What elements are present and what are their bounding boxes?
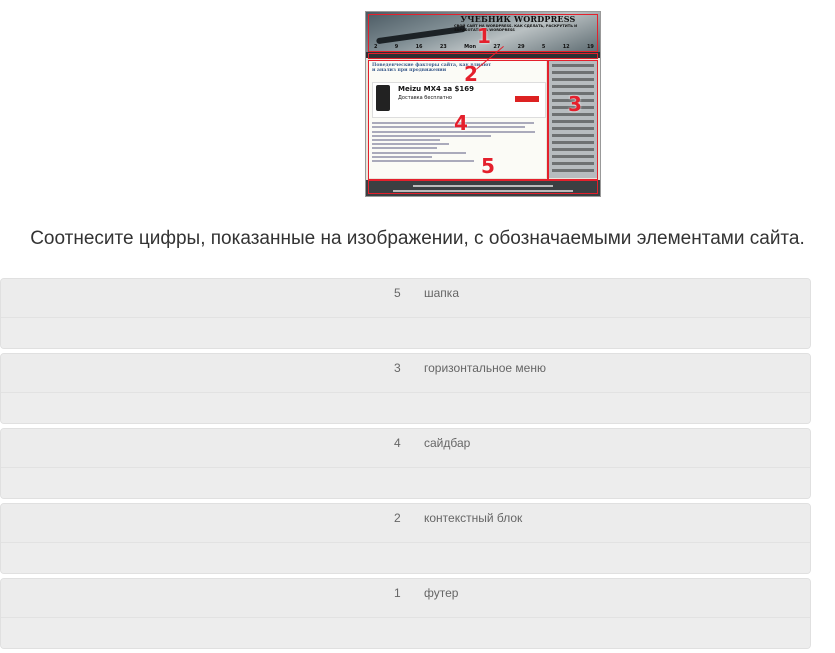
pair-number: 1 [394, 586, 401, 600]
marker-number-4: 4 [454, 111, 468, 135]
match-list: 5 шапка 3 горизонтальное меню 4 сайдбар … [0, 278, 813, 653]
pair-label: сайдбар [424, 436, 471, 450]
marker-number-3: 3 [568, 92, 582, 116]
marker-box-footer [368, 180, 598, 194]
answer-dropzone[interactable] [1, 468, 810, 498]
marker-number-1: 1 [477, 24, 491, 48]
answer-dropzone[interactable] [1, 543, 810, 573]
answer-dropzone[interactable] [1, 618, 810, 648]
pair-label: шапка [424, 286, 459, 300]
match-row[interactable]: 1 футер [0, 578, 811, 649]
pair-label: горизонтальное меню [424, 361, 546, 375]
match-row[interactable]: 2 контекстный блок [0, 503, 811, 574]
answer-dropzone[interactable] [1, 318, 810, 348]
match-row[interactable]: 5 шапка [0, 278, 811, 349]
marker-box-sidebar [548, 60, 598, 180]
match-row[interactable]: 4 сайдбар [0, 428, 811, 499]
pair-label: контекстный блок [424, 511, 523, 525]
pair-number: 3 [394, 361, 401, 375]
marker-number-2: 2 [464, 62, 478, 86]
pair-label: футер [424, 586, 459, 600]
website-screenshot: УЧЕБНИК WORDPRESS СВОЙ САЙТ НА WORDPRESS… [366, 12, 600, 196]
marker-box-menu [368, 53, 598, 59]
marker-number-5: 5 [481, 154, 495, 178]
pair-number: 4 [394, 436, 401, 450]
pair-number: 2 [394, 511, 401, 525]
pair-number: 5 [394, 286, 401, 300]
answer-dropzone[interactable] [1, 393, 810, 423]
question-text: Соотнесите цифры, показанные на изображе… [30, 228, 805, 249]
match-row[interactable]: 3 горизонтальное меню [0, 353, 811, 424]
